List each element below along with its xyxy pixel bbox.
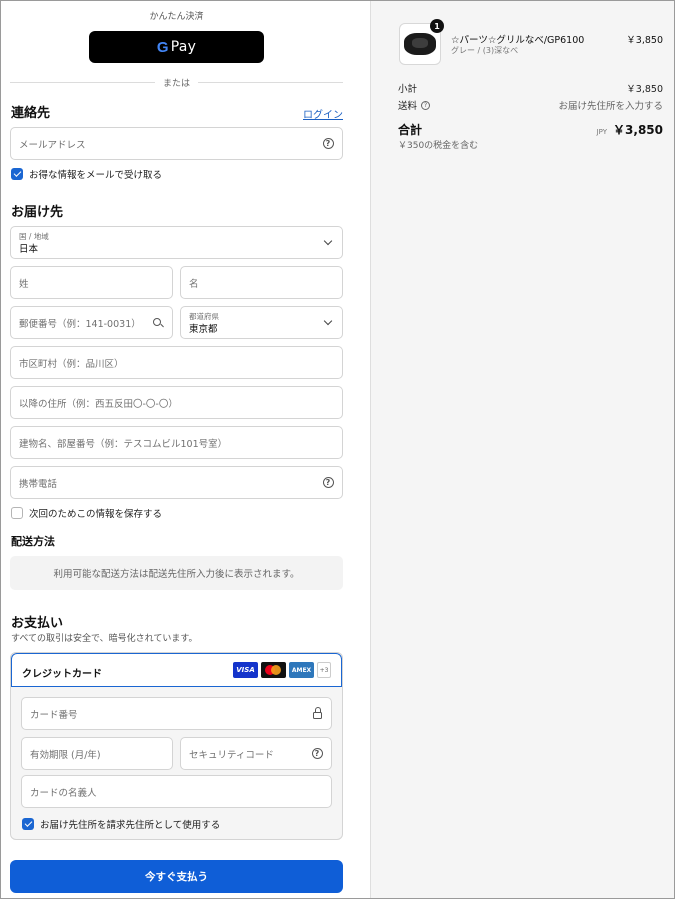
- save-info-label: 次回のためこの情報を保存する: [29, 509, 163, 520]
- help-icon[interactable]: ?: [311, 748, 323, 760]
- billing-same-checkbox[interactable]: [22, 818, 34, 830]
- email-field[interactable]: メールアドレス ?: [10, 127, 343, 160]
- city-field[interactable]: 市区町村（例：品川区）: [10, 346, 343, 379]
- country-value: 日本: [19, 244, 39, 255]
- last-name-field[interactable]: 姓: [10, 266, 173, 299]
- newsletter-checkbox[interactable]: [11, 168, 23, 180]
- help-icon[interactable]: ?: [421, 100, 431, 110]
- product-name: ☆パーツ☆グリルなべ/GP6100: [451, 35, 585, 46]
- country-select[interactable]: 国 / 地域 日本: [10, 226, 343, 259]
- grill-pan-image: [404, 33, 436, 55]
- newsletter-label: お得な情報をメールで受け取る: [29, 170, 163, 181]
- google-g-icon: G: [156, 38, 169, 56]
- prefecture-select[interactable]: 都道府県 東京都: [180, 306, 343, 339]
- total-label: 合計: [398, 123, 423, 137]
- lock-icon: [311, 706, 323, 720]
- mastercard-icon: [261, 662, 286, 678]
- email-placeholder: メールアドレス: [19, 139, 86, 151]
- first-name-placeholder: 名: [189, 278, 199, 290]
- card-number-field[interactable]: カード番号: [21, 697, 332, 730]
- divider-text: または: [155, 76, 199, 89]
- help-icon[interactable]: ?: [322, 138, 334, 150]
- cardholder-name-field[interactable]: カードの名義人: [21, 775, 332, 808]
- expiry-field[interactable]: 有効期限 (月/年): [21, 737, 173, 770]
- credit-card-option[interactable]: クレジットカード VISA AMEX +3: [11, 653, 342, 687]
- contact-heading: 連絡先: [11, 106, 51, 121]
- login-link[interactable]: ログイン: [303, 106, 343, 121]
- save-info-checkbox[interactable]: [11, 507, 23, 519]
- address-placeholder: 以降の住所（例：西五反田〇-〇-〇）: [19, 398, 178, 410]
- postal-code-field[interactable]: 郵便番号（例：141-0031）: [10, 306, 173, 339]
- last-name-placeholder: 姓: [19, 278, 29, 290]
- subtotal-label-text: 小計: [398, 84, 418, 95]
- total-value: ￥3,850: [613, 123, 663, 137]
- google-pay-label: Pay: [170, 39, 197, 55]
- subtotal-value: ￥3,850: [626, 84, 663, 95]
- address-field[interactable]: 以降の住所（例：西五反田〇-〇-〇）: [10, 386, 343, 419]
- tax-note: ￥350の税金を含む: [398, 141, 479, 151]
- shipping-label-text: 送料: [398, 101, 418, 112]
- billing-same-label: お届け先住所を請求先住所として使用する: [40, 820, 221, 831]
- shipping-value: お届け先住所を入力する: [558, 101, 663, 112]
- visa-icon: VISA: [233, 662, 258, 678]
- subtotal-label: 小計: [398, 81, 417, 95]
- quantity-badge: 1: [430, 19, 444, 33]
- postal-code-placeholder: 郵便番号（例：141-0031）: [19, 318, 141, 330]
- phone-placeholder: 携帯電話: [19, 478, 58, 490]
- payment-heading: お支払い: [11, 616, 64, 631]
- order-summary-column: 1 ☆パーツ☆グリルなべ/GP6100 グレー / (3)深なべ ￥3,850 …: [370, 0, 675, 899]
- search-icon[interactable]: [152, 317, 164, 329]
- building-field[interactable]: 建物名、部屋番号（例：テスコムビル101号室）: [10, 426, 343, 459]
- credit-card-label: クレジットカード: [22, 669, 102, 680]
- card-number-placeholder: カード番号: [30, 709, 78, 721]
- prefecture-value: 東京都: [189, 324, 218, 335]
- shipping-notice: 利用可能な配送方法は配送先住所入力後に表示されます。: [10, 556, 343, 590]
- amex-icon: AMEX: [289, 662, 314, 678]
- first-name-field[interactable]: 名: [180, 266, 343, 299]
- save-info-checkbox-row[interactable]: 次回のためこの情報を保存する: [11, 506, 162, 520]
- google-pay-button[interactable]: G Pay: [89, 31, 264, 63]
- security-code-placeholder: セキュリティコード: [189, 749, 274, 761]
- help-icon[interactable]: ?: [322, 477, 334, 489]
- shipping-heading: 配送方法: [11, 535, 55, 548]
- more-cards-badge: +3: [317, 662, 331, 678]
- shipping-label: 送料 ?: [398, 98, 431, 112]
- newsletter-checkbox-row[interactable]: お得な情報をメールで受け取る: [11, 167, 162, 181]
- phone-field[interactable]: 携帯電話 ?: [10, 466, 343, 499]
- checkout-form-column: かんたん決済 G Pay または 連絡先 ログイン メールアドレス ? お得な情…: [0, 0, 370, 899]
- cardholder-name-placeholder: カードの名義人: [30, 787, 97, 799]
- chevron-down-icon: [322, 316, 334, 329]
- chevron-down-icon: [322, 236, 334, 249]
- building-placeholder: 建物名、部屋番号（例：テスコムビル101号室）: [19, 438, 228, 450]
- city-placeholder: 市区町村（例：品川区）: [19, 358, 124, 370]
- product-variant: グレー / (3)深なべ: [451, 46, 519, 55]
- expiry-placeholder: 有効期限 (月/年): [30, 749, 101, 761]
- billing-same-checkbox-row[interactable]: お届け先住所を請求先住所として使用する: [22, 817, 220, 831]
- total-value-group: JPY ￥3,850: [597, 121, 663, 138]
- security-code-field[interactable]: セキュリティコード ?: [180, 737, 332, 770]
- credit-card-block: クレジットカード VISA AMEX +3 カード番号 有効期限 (月/年) セ…: [10, 652, 343, 840]
- express-checkout-label: かんたん決済: [149, 12, 204, 22]
- delivery-heading: お届け先: [11, 205, 64, 220]
- product-price: ￥3,850: [626, 35, 663, 46]
- card-logos: VISA AMEX +3: [233, 662, 331, 678]
- pay-now-button[interactable]: 今すぐ支払う: [10, 860, 343, 893]
- total-currency: JPY: [596, 128, 608, 136]
- payment-subtitle: すべての取引は安全で、暗号化されています。: [11, 634, 198, 644]
